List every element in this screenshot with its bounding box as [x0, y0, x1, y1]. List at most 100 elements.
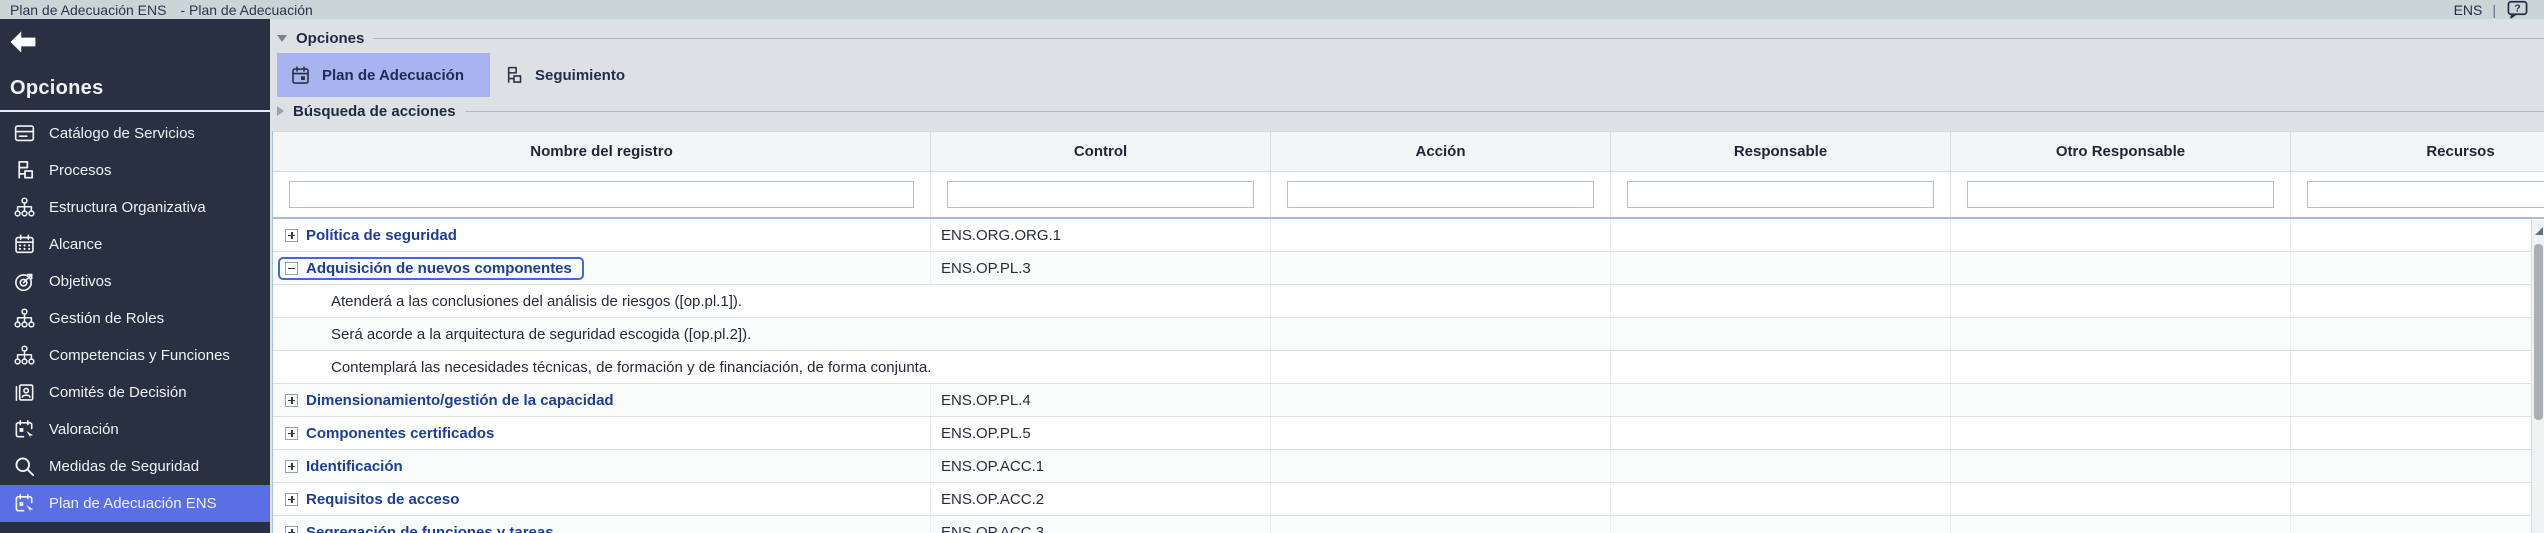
responsable-cell	[1611, 384, 1951, 416]
expand-icon[interactable]	[285, 229, 298, 242]
recursos-cell	[2291, 483, 2544, 515]
expand-icon[interactable]	[285, 460, 298, 473]
table-row: Adquisición de nuevos componentesENS.OP.…	[273, 252, 2544, 285]
sidebar-divider	[0, 110, 270, 112]
svg-text:?: ?	[2514, 4, 2520, 15]
scroll-grip-icon	[2535, 227, 2543, 235]
sidebar-item-label: Catálogo de Servicios	[49, 125, 195, 142]
column-filter-input[interactable]	[2307, 181, 2544, 208]
record-name-cell: Requisitos de acceso	[273, 483, 931, 515]
expand-icon[interactable]	[285, 394, 298, 407]
sidebar-item[interactable]: Valoración	[0, 411, 270, 448]
otro-responsable-cell	[1951, 450, 2291, 482]
sidebar-item[interactable]: Comités de Decisión	[0, 374, 270, 411]
record-link[interactable]: Componentes certificados	[306, 425, 494, 442]
column-filter-input[interactable]	[1967, 181, 2274, 208]
responsable-cell	[1611, 285, 1951, 317]
expand-icon[interactable]	[285, 526, 298, 533]
tab-seguimiento[interactable]: Seguimiento	[490, 53, 651, 97]
help-button[interactable]: ?	[2506, 0, 2530, 19]
options-section-header[interactable]: Opciones	[277, 24, 2544, 52]
table-child-row: Atenderá a las conclusiones del análisis…	[273, 285, 2544, 318]
window-title-bar: Plan de Adecuación ENS - Plan de Adecuac…	[0, 0, 2544, 19]
responsable-cell	[1611, 351, 1951, 383]
otro-responsable-cell	[1951, 219, 2291, 251]
recursos-cell	[2291, 252, 2544, 284]
record-name-wrapper: Política de seguridad	[278, 224, 469, 247]
sidebar-item[interactable]: Procesos	[0, 152, 270, 189]
accion-cell	[1271, 483, 1611, 515]
back-button[interactable]	[8, 29, 38, 55]
recursos-cell	[2291, 285, 2544, 317]
vertical-scrollbar[interactable]	[2531, 220, 2544, 533]
responsable-cell	[1611, 252, 1951, 284]
sidebar-item[interactable]: Alcance	[0, 226, 270, 263]
expand-icon[interactable]	[285, 427, 298, 440]
otro-responsable-cell	[1951, 252, 2291, 284]
sidebar-item[interactable]: Medidas de Seguridad	[0, 448, 270, 485]
scheme-label: ENS	[2454, 2, 2483, 18]
recursos-cell	[2291, 351, 2544, 383]
sidebar-item[interactable]: Gestión de Roles	[0, 300, 270, 337]
record-link[interactable]: Requisitos de acceso	[306, 491, 459, 508]
sidebar-item[interactable]: Plan de Adecuación ENS	[0, 485, 270, 522]
filter-cell	[1611, 172, 1951, 217]
recursos-cell	[2291, 384, 2544, 416]
sidebar-item[interactable]: Competencias y Funciones	[0, 337, 270, 374]
accion-cell	[1271, 219, 1611, 251]
collapse-triangle-icon	[277, 35, 287, 42]
column-header[interactable]: Control	[931, 132, 1271, 172]
column-header[interactable]: Responsable	[1611, 132, 1951, 172]
sidebar-item-label: Comités de Decisión	[49, 384, 187, 401]
sidebar-item-label: Competencias y Funciones	[49, 347, 230, 364]
recursos-cell	[2291, 417, 2544, 449]
column-filter-input[interactable]	[289, 181, 914, 208]
table-row: Política de seguridad ENS.ORG.ORG.1	[273, 219, 2544, 252]
record-name-wrapper: Segregación de funciones y tareas	[278, 521, 566, 533]
column-filter-input[interactable]	[947, 181, 1254, 208]
record-link[interactable]: Dimensionamiento/gestión de la capacidad	[306, 392, 614, 409]
main-content: Opciones Plan de Adecuación Seguimiento B…	[270, 19, 2544, 533]
sidebar-item[interactable]: Catálogo de Servicios	[0, 115, 270, 152]
record-link[interactable]: Adquisición de nuevos componentes	[306, 260, 572, 277]
table-row: Dimensionamiento/gestión de la capacidad…	[273, 384, 2544, 417]
accion-cell	[1271, 384, 1611, 416]
column-filter-input[interactable]	[1287, 181, 1594, 208]
column-filter-input[interactable]	[1627, 181, 1934, 208]
section-rule	[465, 111, 2544, 112]
expand-icon[interactable]	[285, 493, 298, 506]
sidebar-item[interactable]: Estructura Organizativa	[0, 189, 270, 226]
control-cell: ENS.ORG.ORG.1	[931, 219, 1271, 251]
sidebar-item[interactable]: Objetivos	[0, 263, 270, 300]
accion-cell	[1271, 417, 1611, 449]
record-link[interactable]: Política de seguridad	[306, 227, 457, 244]
view-tabs: Plan de Adecuación Seguimiento	[277, 53, 2544, 97]
catalog-icon	[13, 122, 36, 145]
tab-label: Seguimiento	[535, 67, 625, 84]
back-arrow-icon	[8, 42, 38, 59]
otro-responsable-cell	[1951, 318, 2291, 350]
column-header[interactable]: Recursos	[2291, 132, 2544, 172]
otro-responsable-cell	[1951, 351, 2291, 383]
otro-responsable-cell	[1951, 417, 2291, 449]
otro-responsable-cell	[1951, 483, 2291, 515]
record-name-wrapper: Dimensionamiento/gestión de la capacidad	[278, 389, 626, 412]
record-link[interactable]: Segregación de funciones y tareas	[306, 524, 554, 533]
control-cell: ENS.OP.ACC.2	[931, 483, 1271, 515]
record-name-cell: Identificación	[273, 450, 931, 482]
scrollbar-thumb[interactable]	[2534, 244, 2543, 420]
titlebar-separator: |	[2492, 2, 2496, 18]
record-name-wrapper: Identificación	[278, 455, 415, 478]
accion-cell	[1271, 252, 1611, 284]
collapse-icon[interactable]	[285, 262, 298, 275]
column-header[interactable]: Nombre del registro	[273, 132, 931, 172]
record-link[interactable]: Identificación	[306, 458, 403, 475]
search-section-header[interactable]: Búsqueda de acciones	[277, 97, 2544, 125]
tab-plan-de-adecuaci-n[interactable]: Plan de Adecuación	[277, 53, 490, 97]
sidebar-item-label: Valoración	[49, 421, 119, 438]
tab-label: Plan de Adecuación	[322, 67, 464, 84]
calendar-icon	[290, 65, 311, 86]
column-header[interactable]: Acción	[1271, 132, 1611, 172]
column-header[interactable]: Otro Responsable	[1951, 132, 2291, 172]
record-name-cell: Componentes certificados	[273, 417, 931, 449]
